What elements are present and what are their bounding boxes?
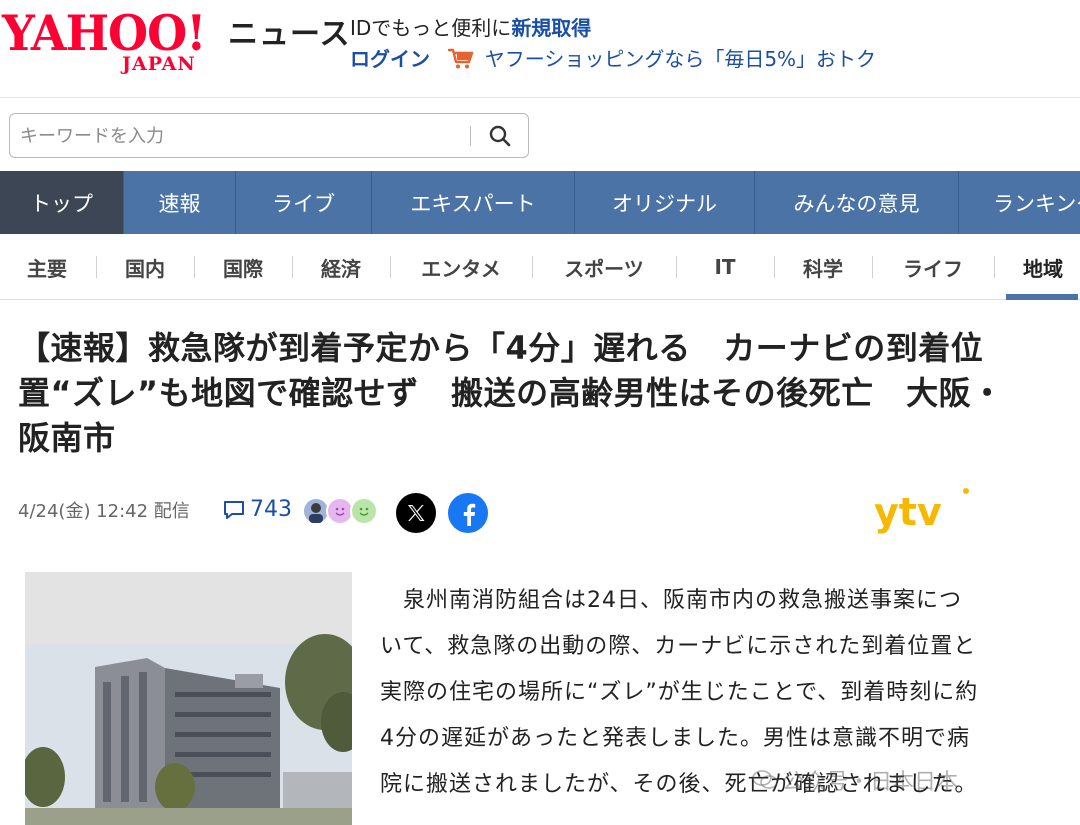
smiley-face-icon xyxy=(335,507,345,516)
comment-count: 743 xyxy=(250,497,292,522)
article-title-line: 【速報】救急隊が到着予定から「4分」遅れる カーナビの到着位 xyxy=(18,329,984,367)
login-link[interactable]: ログイン xyxy=(350,47,430,71)
article-title-line: 置“ズレ”も地図で確認せず 搬送の高齢男性はその後死亡 大阪・ xyxy=(18,374,1004,412)
category-divider xyxy=(994,256,995,278)
search-box xyxy=(9,113,529,158)
comments-link[interactable]: 743 xyxy=(222,497,292,522)
share-facebook-button[interactable] xyxy=(448,493,488,533)
main-nav-ranking[interactable]: ランキング xyxy=(959,171,1080,234)
site-header: YAHOO! JAPAN ニュース IDでもっと便利に新規取得 ログイン ヤフー… xyxy=(0,0,1080,98)
svg-text:ytv: ytv xyxy=(874,490,942,534)
search-input[interactable] xyxy=(20,122,460,150)
commenter-avatars xyxy=(302,497,382,527)
article-title: 【速報】救急隊が到着予定から「4分」遅れる カーナビの到着位 置“ズレ”も地図で… xyxy=(18,326,1058,461)
category-divider xyxy=(194,256,195,278)
publish-date: 4/24(金) 12:42 配信 xyxy=(18,501,190,522)
article-photo[interactable] xyxy=(25,572,352,825)
category-divider xyxy=(676,256,677,278)
facebook-logo-icon xyxy=(463,503,476,526)
category-sports[interactable]: スポーツ xyxy=(548,234,660,300)
category-life[interactable]: ライフ xyxy=(888,234,978,300)
main-nav-live[interactable]: ライブ xyxy=(236,171,372,234)
body-line: いて、救急隊の出動の際、カーナビに示された到着位置と xyxy=(380,634,977,659)
wechat-watermark: 公众号・日本日本 xyxy=(752,764,958,796)
id-promo-text: IDでもっと便利に xyxy=(350,16,512,40)
active-category-indicator xyxy=(1006,294,1078,300)
category-economy[interactable]: 経済 xyxy=(308,234,374,300)
main-nav-opinions[interactable]: みんなの意見 xyxy=(755,171,959,234)
main-nav-expert[interactable]: エキスパート xyxy=(372,171,575,234)
yahoo-japan-logo[interactable]: YAHOO! JAPAN xyxy=(0,8,222,76)
logo-japan-text: JAPAN xyxy=(122,53,196,75)
main-nav-top[interactable]: トップ xyxy=(0,171,124,234)
main-nav-original[interactable]: オリジナル xyxy=(575,171,755,234)
category-domestic[interactable]: 国内 xyxy=(112,234,178,300)
login-shopping-row: ログイン ヤフーショッピングなら「毎日5%」おトク xyxy=(350,45,876,73)
body-line: 実際の住宅の場所に“ズレ”が生じたことで、到着時刻に約 xyxy=(380,680,979,705)
signup-link[interactable]: 新規取得 xyxy=(511,16,591,40)
category-nav: 主要 国内 国際 経済 エンタメ スポーツ IT 科学 ライフ 地域 xyxy=(0,234,1080,300)
search-button[interactable] xyxy=(480,120,520,152)
share-x-button[interactable] xyxy=(396,493,436,533)
person-avatar-icon xyxy=(309,503,323,523)
body-line: 4分の遅延があったと発表しました。男性は意識不明で病 xyxy=(380,726,970,751)
avatar xyxy=(350,497,378,525)
smiley-face-icon xyxy=(359,507,369,516)
main-nav: トップ 速報 ライブ エキスパート オリジナル みんなの意見 ランキング xyxy=(0,171,1080,234)
category-science[interactable]: 科学 xyxy=(790,234,856,300)
search-divider xyxy=(470,126,471,146)
watermark-text: 公众号・日本日本 xyxy=(782,770,959,795)
shopping-cart-icon xyxy=(448,48,474,69)
body-line: 泉州南消防組合は24日、阪南市内の救急搬送事案につ xyxy=(380,588,962,613)
category-it[interactable]: IT xyxy=(692,234,758,300)
ytv-source-logo[interactable]: ytv xyxy=(870,483,980,543)
category-local[interactable]: 地域 xyxy=(1008,234,1078,300)
comment-icon xyxy=(224,500,244,519)
category-main[interactable]: 主要 xyxy=(14,234,80,300)
id-promo: IDでもっと便利に新規取得 xyxy=(350,14,591,42)
category-divider xyxy=(872,256,873,278)
building-photo-image xyxy=(25,572,352,825)
category-divider xyxy=(532,256,533,278)
logo-yahoo-text: YAHOO! xyxy=(2,4,206,62)
wechat-icon xyxy=(752,770,778,789)
shopping-promo-link[interactable]: ヤフーショッピングなら「毎日5%」おトク xyxy=(485,47,876,71)
ytv-logo-icon: ytv xyxy=(874,488,969,534)
article-title-line: 阪南市 xyxy=(18,419,116,457)
category-divider xyxy=(390,256,391,278)
category-divider xyxy=(774,256,775,278)
news-section-title[interactable]: ニュース xyxy=(228,17,351,53)
search-icon xyxy=(489,125,511,147)
main-nav-breaking[interactable]: 速報 xyxy=(124,171,236,234)
category-divider xyxy=(96,256,97,278)
x-logo-icon xyxy=(408,505,425,521)
category-divider xyxy=(292,256,293,278)
category-entertainment[interactable]: エンタメ xyxy=(406,234,516,300)
category-international[interactable]: 国際 xyxy=(210,234,276,300)
